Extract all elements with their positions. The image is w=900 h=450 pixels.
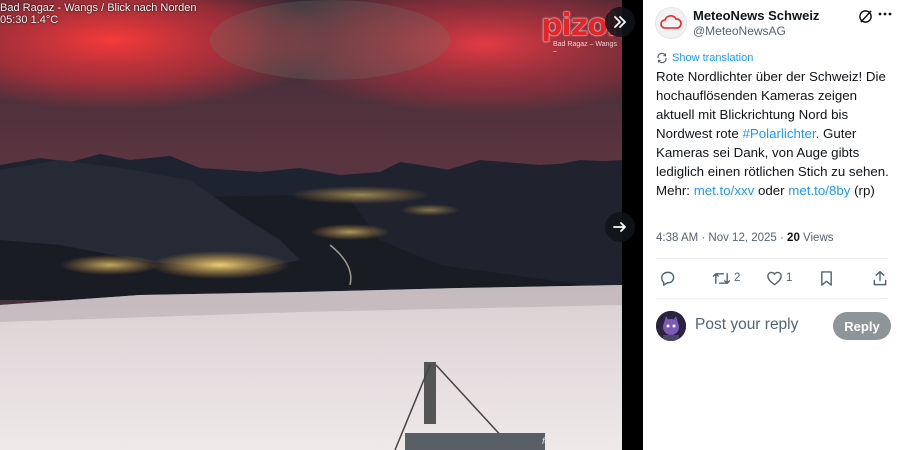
share-action[interactable] [872,268,888,288]
url-link-1[interactable]: met.to/xxv [694,183,755,198]
grok-icon [858,9,872,23]
reply-icon [661,271,675,286]
translate-icon [657,52,667,64]
bookmark-icon [821,270,832,286]
share-icon [873,270,887,285]
bookmark-action[interactable] [819,268,834,288]
show-translation-link[interactable]: Show translation [656,52,753,64]
author-handle[interactable]: @MeteoNewsAG [693,24,786,38]
divider [656,258,888,259]
webcam-time-temperature: 05:30 1.4°C [0,14,59,26]
collapse-sidebar-button[interactable] [605,7,635,37]
divider [656,298,888,299]
views-label: Views [799,232,834,244]
tweet-text-part: (rp) [850,183,875,198]
retweet-icon [712,272,731,284]
more-options-button[interactable] [876,5,894,23]
author-display-name[interactable]: MeteoNews Schweiz [693,8,819,23]
tweet-panel: MeteoNews Schweiz @MeteoNewsAG Show tran… [643,0,900,450]
meteonews-cloud-logo-icon [660,15,682,29]
show-translation-label: Show translation [672,52,754,64]
double-chevron-right-icon [614,16,626,28]
retweet-action[interactable]: 2 [712,268,740,288]
like-action[interactable]: 1 [766,268,792,288]
views-count: 20 [787,232,800,244]
reply-action[interactable] [659,268,679,288]
url-link-2[interactable]: met.to/8by [788,183,850,198]
author-avatar[interactable] [655,7,687,39]
webcam-photo[interactable]: Bad Ragaz - Wangs / Blick nach Norden 05… [0,0,622,450]
aurora-landscape-image [0,0,622,450]
tweet-text: Rote Nordlichter über der Schweiz! Die h… [656,67,898,200]
tweet-metadata: 4:38 AM · Nov 12, 2025 · 20 Views [656,232,834,244]
cat-avatar-icon [656,311,686,341]
grok-button[interactable] [856,7,874,25]
next-media-button[interactable] [605,212,635,242]
retweet-count: 2 [734,272,741,284]
logo-subtext: Bad Ragaz – Wangs – [553,41,617,55]
hashtag-link[interactable]: #Polarlichter [742,126,815,141]
tweet-text-part: oder [754,183,789,198]
arrow-right-icon [613,222,626,232]
photo-watermark: foto-webcam.eu [542,436,607,446]
heart-icon [767,271,782,285]
reply-button[interactable]: Reply [833,312,891,340]
like-count: 1 [786,272,793,284]
current-user-avatar[interactable] [656,311,686,341]
webcam-caption: Bad Ragaz - Wangs / Blick nach Norden 05… [0,2,196,26]
webcam-location: Bad Ragaz - Wangs / Blick nach Norden [0,2,197,14]
reply-input[interactable]: Post your reply [695,316,798,334]
tweet-timestamp[interactable]: 4:38 AM · Nov 12, 2025 · [656,232,787,244]
media-viewer: Bad Ragaz - Wangs / Blick nach Norden 05… [0,0,643,450]
more-horizontal-icon [878,12,892,16]
reply-composer: Post your reply Reply [656,310,892,342]
tweet-actions-bar: 2 1 [656,268,888,288]
